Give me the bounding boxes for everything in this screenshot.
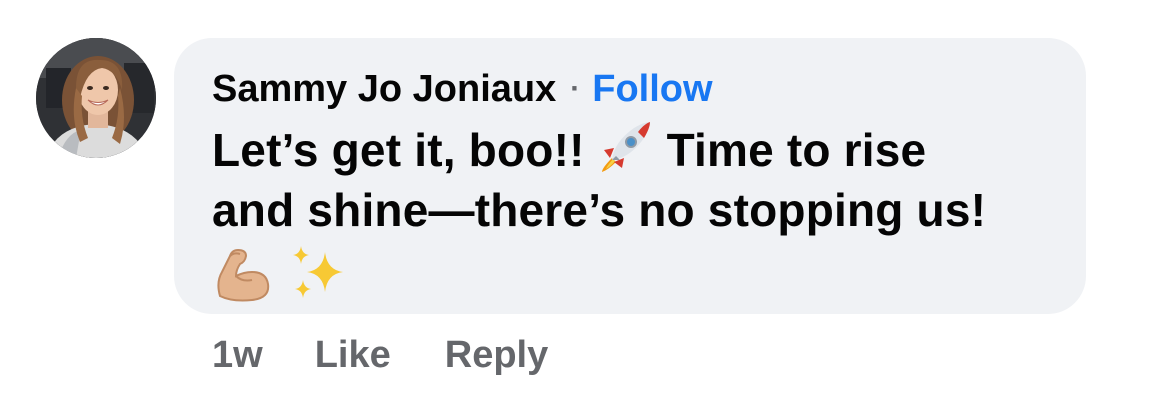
timestamp[interactable]: 1w bbox=[212, 334, 263, 377]
comment-text-segment: Time to rise bbox=[653, 124, 927, 176]
flexed-biceps-emoji bbox=[212, 242, 274, 304]
reply-button[interactable]: Reply bbox=[445, 334, 548, 377]
like-button[interactable]: Like bbox=[315, 334, 391, 377]
comment-bubble: Sammy Jo Joniaux · Follow Let’s get it, … bbox=[174, 38, 1086, 314]
comment-text-segment: Let’s get it, boo!! bbox=[212, 124, 598, 176]
separator-dot: · bbox=[570, 72, 581, 105]
comment-header: Sammy Jo Joniaux · Follow bbox=[212, 60, 1046, 118]
rocket-emoji bbox=[598, 118, 654, 174]
sparkles-emoji bbox=[287, 242, 349, 304]
comment: Sammy Jo Joniaux · Follow Let’s get it, … bbox=[0, 0, 1170, 400]
comment-emoji-line bbox=[212, 242, 1046, 310]
profile-photo bbox=[36, 38, 156, 158]
author-name[interactable]: Sammy Jo Joniaux bbox=[212, 68, 556, 111]
avatar[interactable] bbox=[36, 38, 156, 158]
comment-text-line: and shine—there’s no stopping us! bbox=[212, 184, 987, 236]
comment-text-line: Let’s get it, boo!! Time to rise bbox=[212, 118, 1046, 180]
comment-actions: 1w Like Reply bbox=[212, 330, 548, 380]
follow-button[interactable]: Follow bbox=[592, 68, 712, 111]
comment-text: Let’s get it, boo!! Time to rise and shi… bbox=[212, 118, 1046, 310]
